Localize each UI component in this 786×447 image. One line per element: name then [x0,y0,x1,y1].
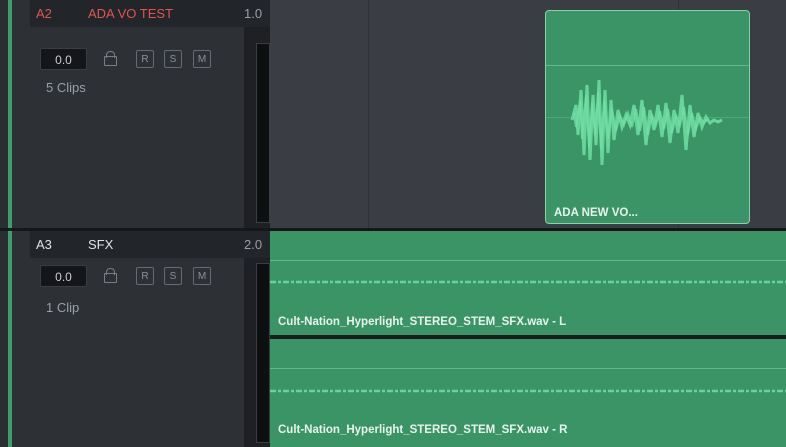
record-arm-button[interactable]: R [136,267,154,285]
track-volume-label: 2.0 [244,237,263,252]
track-name[interactable]: SFX [88,237,113,252]
record-arm-button[interactable]: R [136,50,154,68]
track-id: A3 [36,237,52,252]
clip-label: ADA NEW VO... [554,207,638,219]
clip-count: 5 Clips [46,80,86,95]
clip-count: 1 Clip [46,300,80,315]
waveform [270,389,786,393]
mute-button[interactable]: M [193,50,211,68]
audio-meter [256,263,270,443]
lock-icon[interactable] [104,268,117,283]
solo-button[interactable]: S [164,267,182,285]
clip-sfx-left[interactable]: Cult-Nation_Hyperlight_STEREO_STEM_SFX.w… [270,231,786,335]
clip-label: Cult-Nation_Hyperlight_STEREO_STEM_SFX.w… [278,316,567,328]
timeline-lane-a2[interactable]: ADA NEW VO... [270,0,786,228]
track-level-field[interactable]: 0.0 [40,265,87,287]
mute-button[interactable]: M [193,267,211,285]
track-header-a3[interactable]: A3 SFX 2.0 0.0 R S M 1 Clip [12,231,270,447]
clip-level-line [270,260,786,261]
track-header-a2[interactable]: A2 ADA VO TEST 1.0 0.0 R S M 5 Clips [12,0,270,228]
waveform [270,280,786,284]
audio-meter [256,43,270,223]
track-level-field[interactable]: 0.0 [40,48,87,70]
waveform [570,79,723,166]
clip-ada-vo[interactable]: ADA NEW VO... [545,10,750,224]
track-title-bar [30,231,270,258]
clip-label: Cult-Nation_Hyperlight_STEREO_STEM_SFX.w… [278,424,568,436]
lock-icon[interactable] [104,51,117,66]
solo-button[interactable]: S [164,50,182,68]
track-id: A2 [36,6,52,21]
track-name[interactable]: ADA VO TEST [88,6,173,21]
clip-sfx-right[interactable]: Cult-Nation_Hyperlight_STEREO_STEM_SFX.w… [270,339,786,447]
timeline-gridline [368,0,369,228]
timeline-lane-a3[interactable]: Cult-Nation_Hyperlight_STEREO_STEM_SFX.w… [270,231,786,447]
track-volume-label: 1.0 [244,6,263,21]
clip-level-line [270,368,786,369]
